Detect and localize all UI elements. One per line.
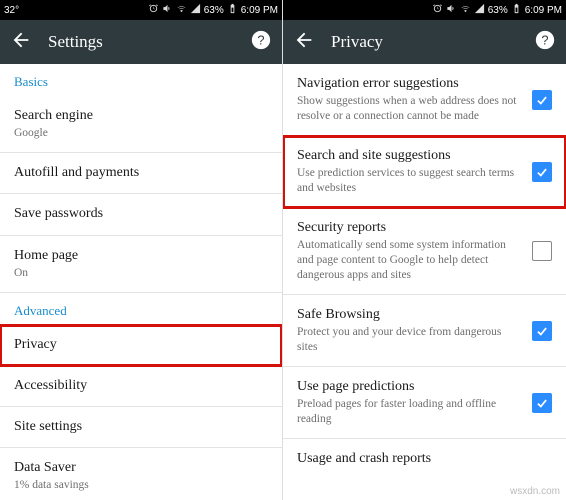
- signal-icon: [190, 3, 201, 17]
- wifi-icon: [460, 3, 471, 17]
- privacy-screen: 63% 6:09 PM Privacy ? Navigation error s…: [283, 0, 566, 500]
- privacy-row[interactable]: Privacy: [0, 325, 282, 366]
- search-site-label: Search and site suggestions: [297, 147, 524, 165]
- signal-icon: [474, 3, 485, 17]
- back-icon[interactable]: [10, 29, 32, 55]
- help-icon[interactable]: ?: [534, 29, 556, 55]
- save-passwords-row[interactable]: Save passwords: [0, 194, 282, 235]
- battery-icon: [227, 3, 238, 17]
- usage-crash-row[interactable]: Usage and crash reports: [283, 439, 566, 479]
- volume-icon: [446, 3, 457, 17]
- usage-crash-label: Usage and crash reports: [297, 450, 552, 468]
- page-predictions-row[interactable]: Use page predictions Preload pages for f…: [283, 367, 566, 439]
- accessibility-label: Accessibility: [14, 377, 268, 395]
- app-bar: Privacy ?: [283, 20, 566, 64]
- alarm-icon: [148, 3, 159, 17]
- battery-text: 63%: [204, 5, 224, 16]
- status-bar: 63% 6:09 PM: [283, 0, 566, 20]
- home-page-label: Home page: [14, 247, 268, 265]
- clock-text: 6:09 PM: [241, 5, 278, 16]
- autofill-row[interactable]: Autofill and payments: [0, 153, 282, 194]
- security-reports-sub: Automatically send some system informati…: [297, 238, 524, 283]
- svg-text:?: ?: [541, 33, 548, 48]
- nav-error-row[interactable]: Navigation error suggestions Show sugges…: [283, 64, 566, 136]
- battery-text: 63%: [488, 5, 508, 16]
- search-site-sub: Use prediction services to suggest searc…: [297, 166, 524, 196]
- data-saver-row[interactable]: Data Saver 1% data savings: [0, 448, 282, 500]
- help-icon[interactable]: ?: [250, 29, 272, 55]
- save-passwords-label: Save passwords: [14, 205, 268, 223]
- watermark: wsxdn.com: [510, 486, 560, 497]
- data-saver-label: Data Saver: [14, 459, 268, 477]
- section-advanced: Advanced: [0, 293, 282, 325]
- battery-icon: [511, 3, 522, 17]
- search-engine-row[interactable]: Search engine Google: [0, 96, 282, 153]
- home-page-row[interactable]: Home page On: [0, 236, 282, 293]
- page-predictions-label: Use page predictions: [297, 378, 524, 396]
- privacy-list: Navigation error suggestions Show sugges…: [283, 64, 566, 500]
- status-bar: 32° 63% 6:09 PM: [0, 0, 282, 20]
- page-title: Privacy: [331, 32, 518, 52]
- search-site-checkbox[interactable]: [532, 162, 552, 182]
- site-settings-label: Site settings: [14, 418, 268, 436]
- temperature: 32°: [4, 5, 19, 16]
- settings-list: Basics Search engine Google Autofill and…: [0, 64, 282, 500]
- security-reports-checkbox[interactable]: [532, 241, 552, 261]
- safe-browsing-row[interactable]: Safe Browsing Protect you and your devic…: [283, 295, 566, 367]
- alarm-icon: [432, 3, 443, 17]
- settings-screen: 32° 63% 6:09 PM Settings ? Basics Search…: [0, 0, 283, 500]
- site-settings-row[interactable]: Site settings: [0, 407, 282, 448]
- page-predictions-checkbox[interactable]: [532, 393, 552, 413]
- search-engine-sub: Google: [14, 126, 268, 141]
- volume-icon: [162, 3, 173, 17]
- back-icon[interactable]: [293, 29, 315, 55]
- page-title: Settings: [48, 32, 234, 52]
- section-basics: Basics: [0, 64, 282, 96]
- accessibility-row[interactable]: Accessibility: [0, 366, 282, 407]
- clock-text: 6:09 PM: [525, 5, 562, 16]
- privacy-label: Privacy: [14, 336, 268, 354]
- nav-error-sub: Show suggestions when a web address does…: [297, 94, 524, 124]
- search-site-row[interactable]: Search and site suggestions Use predicti…: [283, 136, 566, 208]
- security-reports-label: Security reports: [297, 219, 524, 237]
- wifi-icon: [176, 3, 187, 17]
- app-bar: Settings ?: [0, 20, 282, 64]
- autofill-label: Autofill and payments: [14, 164, 268, 182]
- search-engine-label: Search engine: [14, 107, 268, 125]
- safe-browsing-checkbox[interactable]: [532, 321, 552, 341]
- page-predictions-sub: Preload pages for faster loading and off…: [297, 397, 524, 427]
- safe-browsing-sub: Protect you and your device from dangero…: [297, 325, 524, 355]
- nav-error-checkbox[interactable]: [532, 90, 552, 110]
- security-reports-row[interactable]: Security reports Automatically send some…: [283, 208, 566, 295]
- data-saver-sub: 1% data savings: [14, 478, 268, 493]
- home-page-sub: On: [14, 266, 268, 281]
- nav-error-label: Navigation error suggestions: [297, 75, 524, 93]
- safe-browsing-label: Safe Browsing: [297, 306, 524, 324]
- svg-text:?: ?: [257, 33, 264, 48]
